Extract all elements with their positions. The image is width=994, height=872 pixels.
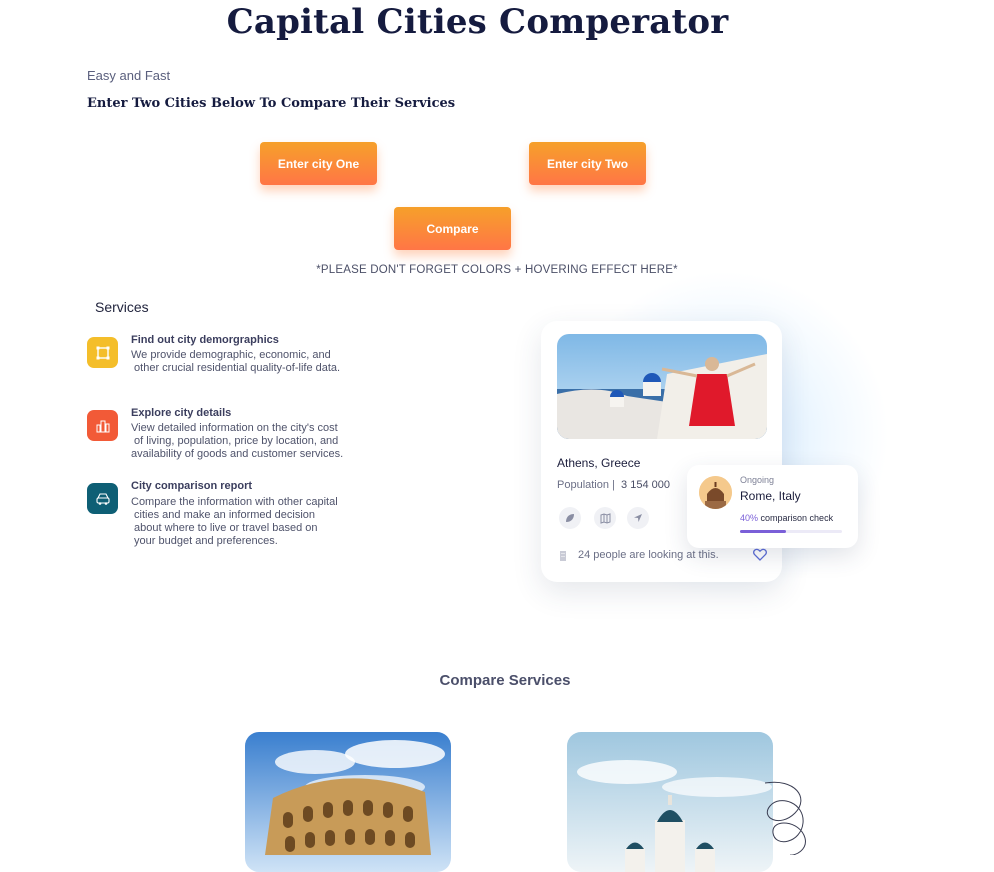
hover-note: *PLEASE DON'T FORGET COLORS + HOVERING E… xyxy=(316,264,678,276)
comparison-city: Rome, Italy xyxy=(740,489,801,503)
population-label: Population | xyxy=(557,479,615,491)
progress-caption: comparison check xyxy=(760,513,834,523)
viewers-text: 24 people are looking at this. xyxy=(578,549,719,561)
map-icon[interactable] xyxy=(594,507,616,529)
heart-icon[interactable] xyxy=(753,548,767,566)
helsinki-cathedral-image xyxy=(567,732,773,872)
service-description: We provide demographic, economic, and ot… xyxy=(131,349,341,374)
page-title: Capital Cities Comperator xyxy=(226,2,729,42)
population-value: 3 154 000 xyxy=(621,479,670,491)
comparison-status: Ongoing xyxy=(740,475,775,485)
instruction-text: Enter Two Cities Below To Compare Their … xyxy=(87,96,456,111)
enter-city-one-button[interactable]: Enter city One xyxy=(260,142,377,185)
population: Population | 3 154 000 xyxy=(557,479,670,491)
compare-button[interactable]: Compare xyxy=(394,207,511,250)
city-photo xyxy=(557,334,767,439)
service-description: Compare the information with other capit… xyxy=(131,496,338,547)
building-icon xyxy=(558,548,568,566)
city-name: Athens, Greece xyxy=(557,456,641,470)
avatar xyxy=(699,476,732,509)
progress-fill xyxy=(740,530,786,533)
scribble-decoration xyxy=(755,778,825,860)
colosseum-image xyxy=(245,732,451,872)
service-title: Find out city demorgraphics xyxy=(131,334,279,346)
leaf-icon[interactable] xyxy=(559,507,581,529)
compare-services-heading: Compare Services xyxy=(439,672,571,689)
service-title: City comparison report xyxy=(131,480,253,492)
service-title: Explore city details xyxy=(131,407,232,419)
progress-label: 40% comparison check xyxy=(740,513,833,523)
tagline: Easy and Fast xyxy=(87,68,171,83)
car-icon xyxy=(87,483,118,514)
city-icon xyxy=(87,410,118,441)
frame-icon xyxy=(87,337,118,368)
progress-percent: 40% xyxy=(740,513,759,523)
service-description: View detailed information on the city's … xyxy=(131,422,344,460)
services-heading: Services xyxy=(95,299,149,315)
progress-bar xyxy=(740,530,842,533)
enter-city-two-button[interactable]: Enter city Two xyxy=(529,142,646,185)
navigation-icon[interactable] xyxy=(627,507,649,529)
